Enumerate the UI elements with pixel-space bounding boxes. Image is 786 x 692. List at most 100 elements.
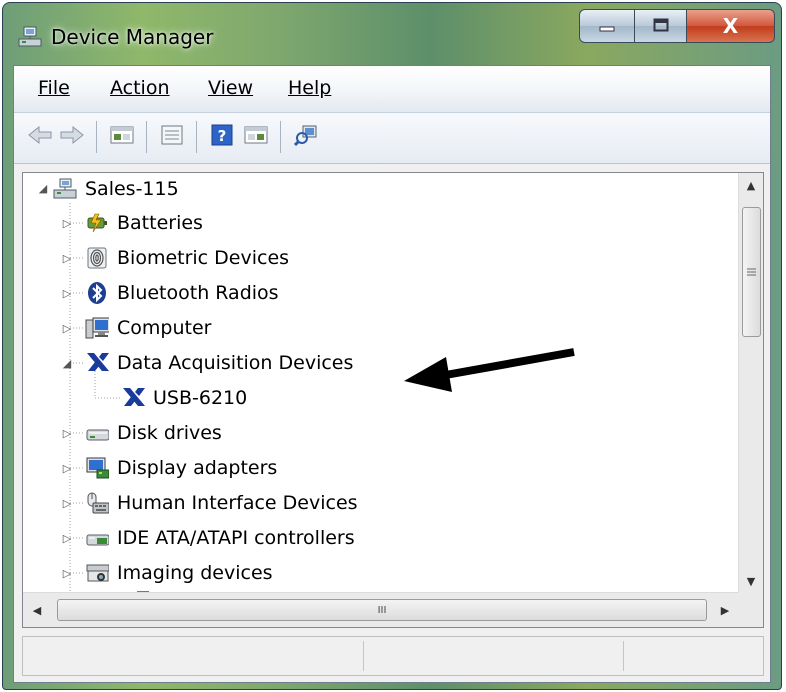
tree-item-computer[interactable]: Computer <box>85 311 211 345</box>
scroll-up-arrow-icon: ▲ <box>746 178 756 192</box>
disk-drive-icon <box>85 421 109 445</box>
tree-item-display-adapters[interactable]: Display adapters <box>85 451 277 485</box>
scroll-right-arrow-icon: ▶ <box>720 603 730 617</box>
minimize-icon <box>599 17 615 36</box>
properties-button[interactable] <box>158 123 186 151</box>
tree-item-usb-6210[interactable]: USB-6210 <box>121 381 247 415</box>
back-button[interactable] <box>26 123 54 151</box>
scan-hardware-changes-icon <box>293 124 318 150</box>
back-arrow-icon <box>27 125 53 149</box>
show-hide-tree-icon <box>110 125 134 149</box>
expand-triangle-icon[interactable]: ▷ <box>61 567 73 580</box>
toolbar-separator <box>146 121 147 153</box>
tree-item-human-interface-devices[interactable]: Human Interface Devices <box>85 486 358 520</box>
ide-controller-icon <box>85 526 109 550</box>
tree-item-ide-controllers[interactable]: IDE ATA/ATAPI controllers <box>85 521 355 555</box>
tree-item-label: Computer <box>117 317 212 339</box>
menu-help[interactable]: Help <box>288 77 331 99</box>
menu-bar: File Action View Help <box>14 66 770 113</box>
tree-item-label: Sales-115 <box>85 178 179 200</box>
tree-item-label: Imaging devices <box>117 562 273 584</box>
collapse-triangle-icon[interactable]: ◢ <box>37 182 49 195</box>
device-manager-window: Device Manager X File Action View Help ?… <box>2 2 782 690</box>
horizontal-scroll-thumb[interactable]: III <box>57 599 707 621</box>
battery-icon <box>85 211 109 235</box>
menu-view[interactable]: View <box>208 77 253 99</box>
status-bar <box>22 636 764 676</box>
status-divider <box>623 641 624 671</box>
tree-item-label: Bluetooth Radios <box>117 282 279 304</box>
thumb-grip-icon <box>747 268 756 276</box>
tree-item-label: IDE ATA/ATAPI controllers <box>117 527 355 549</box>
ni-daq-icon <box>121 386 145 410</box>
caption-buttons: X <box>579 9 775 45</box>
tree-item-bluetooth-radios[interactable]: Bluetooth Radios <box>85 276 279 310</box>
computer-network-icon <box>53 177 77 201</box>
tree-item-imaging-devices[interactable]: Imaging devices <box>85 556 273 590</box>
show-hide-action-pane-icon <box>244 125 268 149</box>
toolbar-separator <box>96 121 97 153</box>
minimize-button[interactable] <box>579 9 635 43</box>
forward-arrow-icon <box>59 125 85 149</box>
scroll-left-arrow-icon: ◀ <box>32 603 42 617</box>
menu-action[interactable]: Action <box>110 77 170 99</box>
tree-item-label: Biometric Devices <box>117 247 290 269</box>
display-adapter-icon <box>85 456 109 480</box>
scroll-right-button[interactable]: ▶ <box>711 593 739 627</box>
expand-triangle-icon[interactable]: ▷ <box>61 217 73 230</box>
close-icon: X <box>722 14 739 38</box>
toolbar-separator <box>196 121 197 153</box>
thumb-grip-icon: III <box>377 604 387 616</box>
forward-button[interactable] <box>58 123 86 151</box>
expand-triangle-icon[interactable]: ▷ <box>61 497 73 510</box>
expand-triangle-icon[interactable]: ▷ <box>61 287 73 300</box>
scan-hardware-changes-button[interactable] <box>292 123 320 151</box>
toolbar-separator <box>280 121 281 153</box>
tree-item-label: Disk drives <box>117 422 222 444</box>
fingerprint-icon <box>85 246 109 270</box>
horizontal-scrollbar[interactable]: ◀ III ▶ <box>23 592 739 627</box>
tree-item-biometric-devices[interactable]: Biometric Devices <box>85 241 289 275</box>
vertical-scroll-thumb[interactable] <box>742 207 761 337</box>
tree-item-data-acquisition-devices[interactable]: Data Acquisition Devices <box>85 346 353 380</box>
scrollbar-corner <box>739 593 763 627</box>
show-hide-action-pane-button[interactable] <box>242 123 270 151</box>
close-button[interactable]: X <box>687 9 775 43</box>
title-bar[interactable]: Device Manager X <box>3 3 781 63</box>
imaging-device-icon <box>85 561 109 585</box>
tree-item-label: Data Acquisition Devices <box>117 352 354 374</box>
device-manager-icon <box>17 25 43 49</box>
expand-triangle-icon[interactable]: ▷ <box>61 322 73 335</box>
tree-item-label: USB-6210 <box>153 387 248 409</box>
tree-item-label: Display adapters <box>117 457 278 479</box>
expand-triangle-icon[interactable]: ▷ <box>61 532 73 545</box>
bluetooth-icon <box>85 281 109 305</box>
expand-triangle-icon[interactable]: ▷ <box>61 462 73 475</box>
scroll-down-arrow-icon: ▼ <box>746 574 756 588</box>
scroll-left-button[interactable]: ◀ <box>23 593 51 627</box>
scroll-up-button[interactable]: ▲ <box>739 173 763 197</box>
window-title: Device Manager <box>51 25 214 49</box>
expand-triangle-icon[interactable]: ▷ <box>61 252 73 265</box>
show-hide-tree-button[interactable] <box>108 123 136 151</box>
collapse-triangle-icon[interactable]: ◢ <box>61 357 73 370</box>
vertical-scrollbar[interactable]: ▲ ▼ <box>738 173 763 593</box>
device-tree[interactable]: ◢ Sales-115 ▷ Batteries ▷ Biometric Devi… <box>22 172 764 628</box>
scroll-down-button[interactable]: ▼ <box>739 569 763 593</box>
maximize-icon <box>653 17 669 36</box>
tree-item-disk-drives[interactable]: Disk drives <box>85 416 222 450</box>
help-button[interactable]: ? <box>208 123 236 151</box>
computer-icon <box>85 316 109 340</box>
tree-item-label: Human Interface Devices <box>117 492 358 514</box>
expand-triangle-icon[interactable]: ▷ <box>61 427 73 440</box>
maximize-button[interactable] <box>635 9 687 43</box>
ni-daq-icon <box>85 351 109 375</box>
window-client-area: File Action View Help ? ◢ Sales-115 ▷ Ba… <box>13 65 771 683</box>
help-icon: ? <box>211 124 233 150</box>
menu-file[interactable]: File <box>38 77 70 99</box>
tree-root-item[interactable]: Sales-115 <box>53 173 179 206</box>
tree-item-batteries[interactable]: Batteries <box>85 206 203 240</box>
status-divider <box>363 641 364 671</box>
hid-icon <box>85 491 109 515</box>
svg-text:?: ? <box>218 127 227 145</box>
